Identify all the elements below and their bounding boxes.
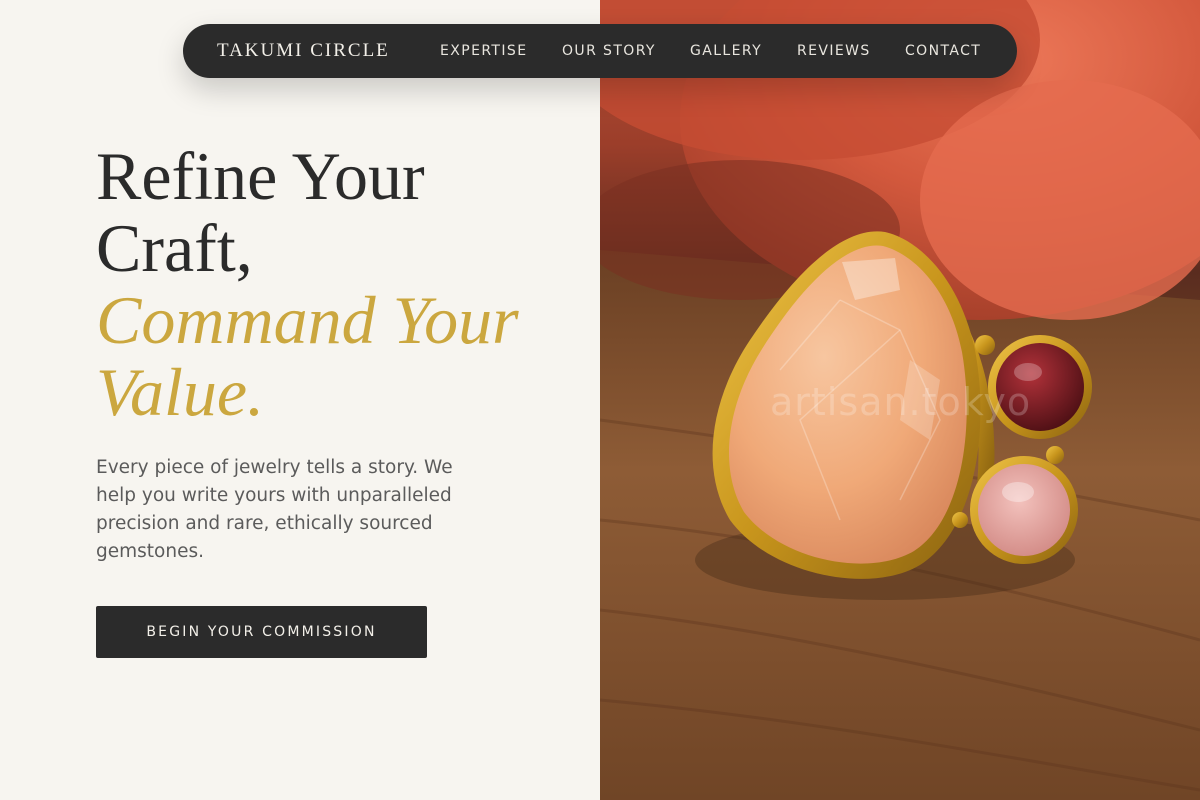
hero-headline: Refine Your Craft, Command Your Value. [96,140,576,428]
nav-link-reviews[interactable]: REVIEWS [797,24,871,78]
nav-link-gallery[interactable]: GALLERY [690,24,762,78]
nav-link-contact[interactable]: CONTACT [905,24,981,78]
nav-link-expertise[interactable]: EXPERTISE [440,24,527,78]
headline-accent-line-1: Command Your [96,282,519,358]
photo-watermark: artisan.tokyo [770,380,1032,424]
begin-commission-button[interactable]: BEGIN YOUR COMMISSION [96,606,427,658]
brand-logo[interactable]: TAKUMI CIRCLE [217,24,390,78]
nav-link-our-story[interactable]: OUR STORY [562,24,656,78]
headline-line-2: Craft, [96,210,253,286]
headline-accent-line-2: Value. [96,354,265,430]
hero-description: Every piece of jewelry tells a story. We… [96,457,453,562]
headline-line-1: Refine Your [96,138,425,214]
hero-ring-photo: artisan.tokyo [600,0,1200,800]
main-navbar: TAKUMI CIRCLE EXPERTISE OUR STORY GALLER… [183,24,1017,78]
